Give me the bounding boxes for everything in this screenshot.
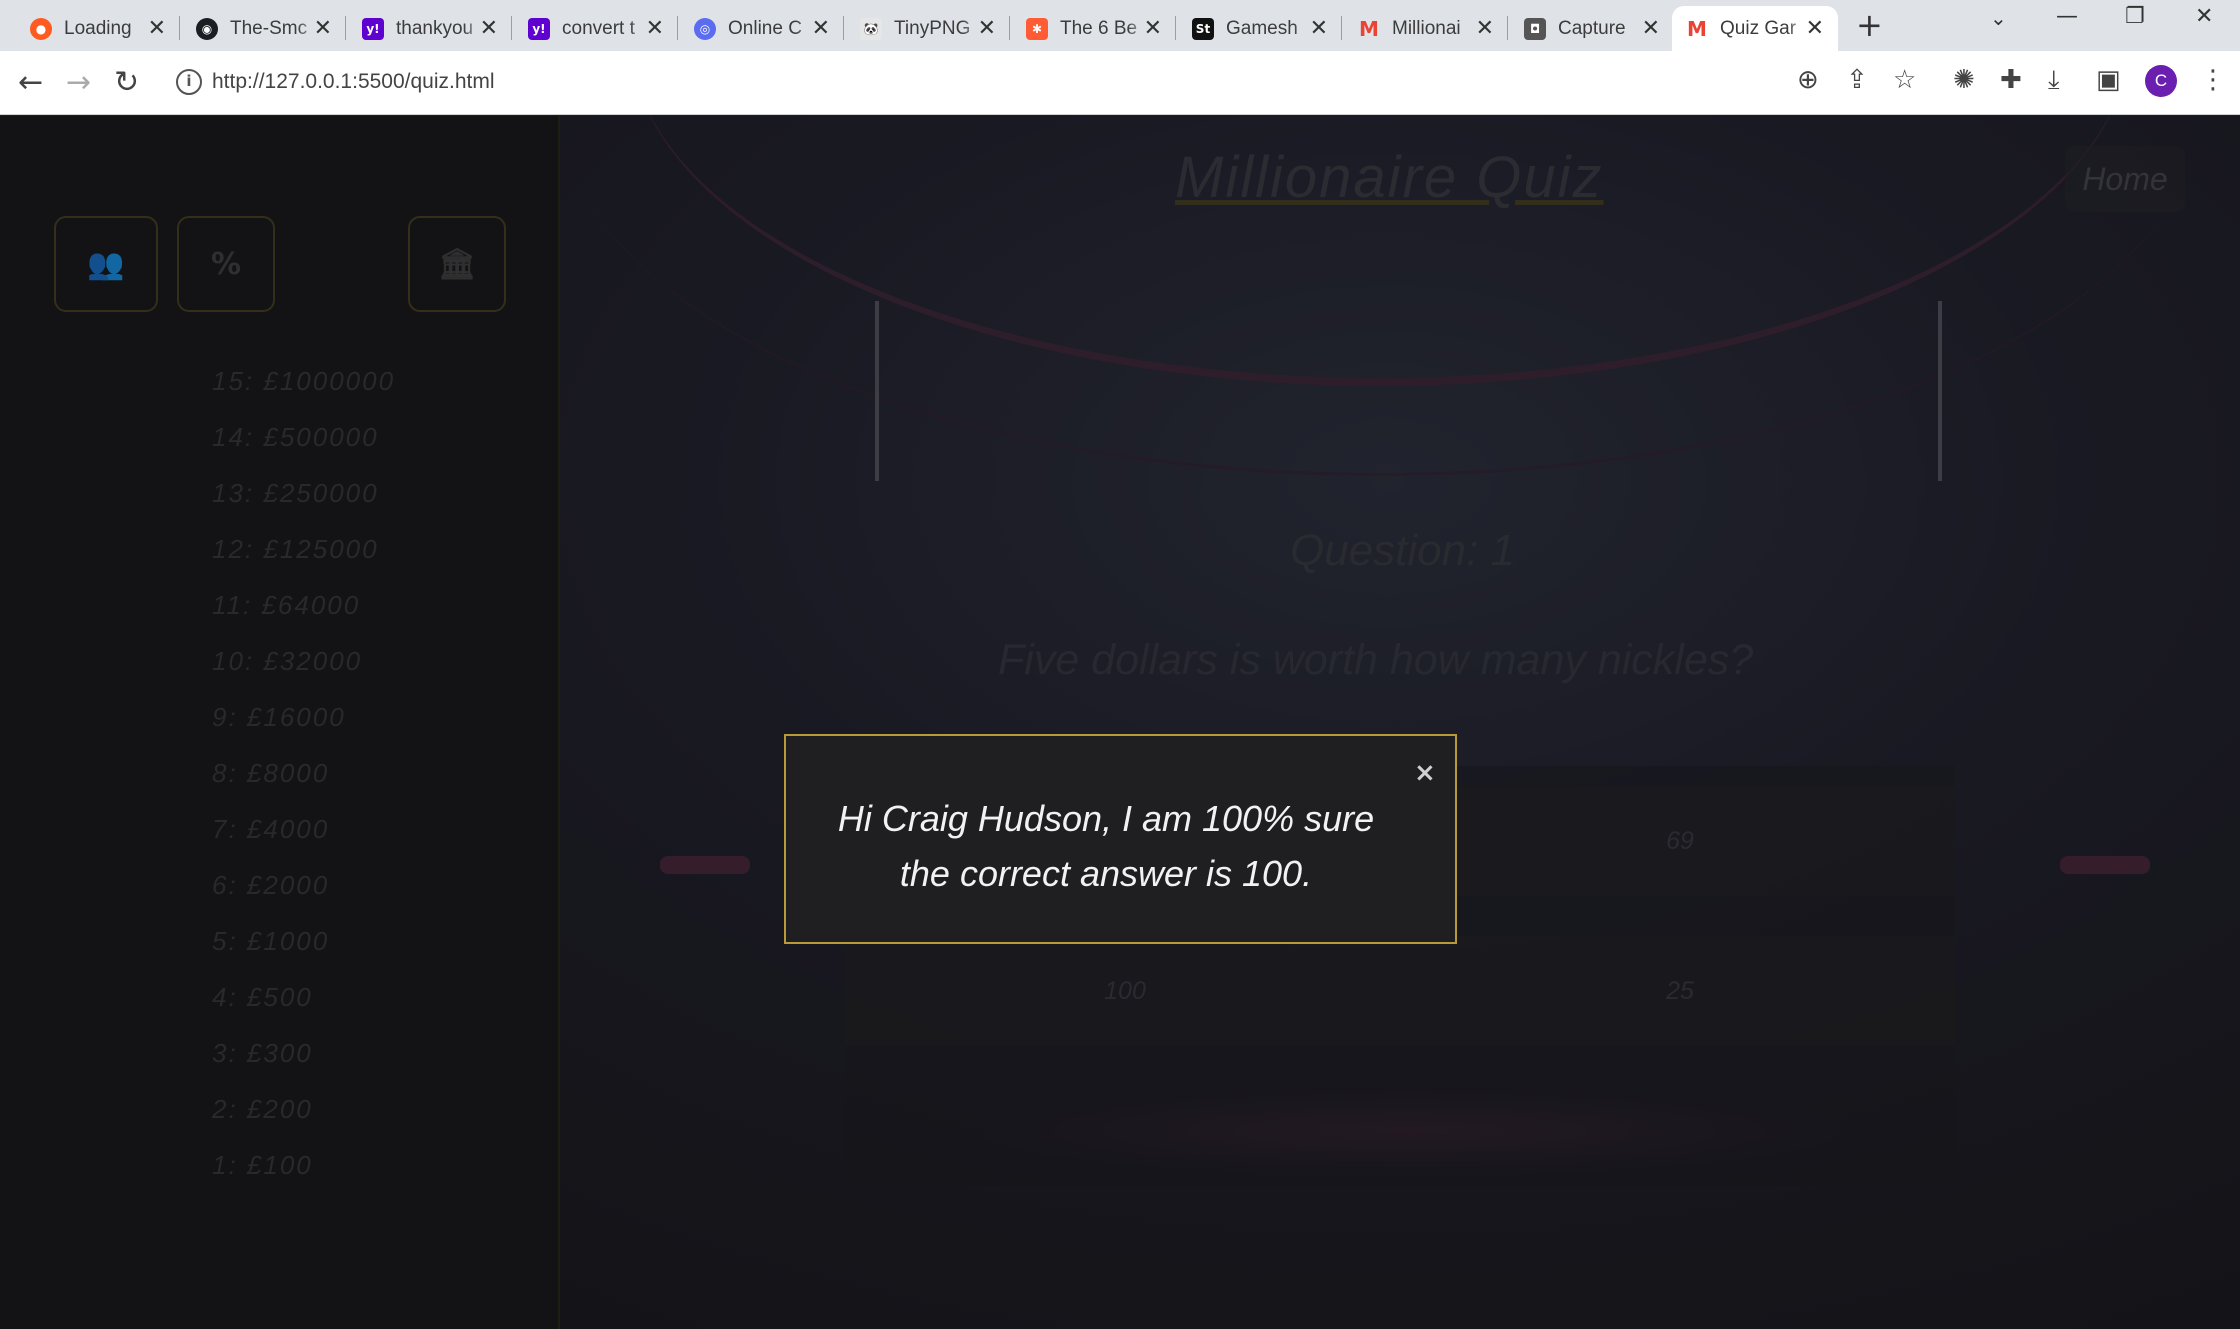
close-icon[interactable]: × xyxy=(1414,758,1436,788)
window-close-icon[interactable]: ✕ xyxy=(2195,4,2213,29)
phone-a-friend-modal: × Hi Craig Hudson, I am 100% sure the co… xyxy=(784,734,1457,944)
browser-tab[interactable]: y! thankyou ✕ xyxy=(348,6,512,51)
menu-kebab-icon[interactable]: ⋮ xyxy=(2200,65,2226,95)
github-icon: ◉ xyxy=(196,17,218,40)
close-tab-icon[interactable]: ✕ xyxy=(978,16,996,41)
close-tab-icon[interactable]: ✕ xyxy=(148,16,166,41)
back-icon[interactable]: ← xyxy=(18,65,43,100)
tab-separator xyxy=(1507,16,1508,40)
browser-tab[interactable]: y! convert t ✕ xyxy=(514,6,678,51)
close-tab-icon[interactable]: ✕ xyxy=(646,16,664,41)
browser-tab[interactable]: St Gamesh ✕ xyxy=(1178,6,1342,51)
download-icon[interactable]: ⤓ xyxy=(2048,65,2060,96)
restore-icon[interactable]: ❐ xyxy=(2125,4,2145,29)
tab-separator xyxy=(1175,16,1176,40)
tab-title: The-Smc xyxy=(230,17,308,39)
tab-title: Quiz Gar xyxy=(1720,17,1797,39)
tab-separator xyxy=(345,16,346,40)
tab-separator xyxy=(1341,16,1342,40)
close-tab-icon[interactable]: ✕ xyxy=(314,16,332,41)
st-icon: St xyxy=(1192,17,1214,40)
camera-icon: ◘ xyxy=(1524,17,1546,40)
tab-title: TinyPNG xyxy=(894,17,971,39)
browser-tab[interactable]: ✱ The 6 Be ✕ xyxy=(1012,6,1176,51)
tab-separator xyxy=(843,16,844,40)
close-tab-icon[interactable]: ✕ xyxy=(1476,16,1494,41)
minimize-icon[interactable]: — xyxy=(2056,4,2078,29)
online-icon: ◎ xyxy=(694,17,716,40)
yahoo-icon: y! xyxy=(528,17,550,40)
tab-title: Millionai xyxy=(1392,17,1461,39)
profile-avatar[interactable]: C xyxy=(2145,65,2177,97)
tab-separator xyxy=(677,16,678,40)
browser-toolbar: ← → ↻ i http://127.0.0.1:5500/quiz.html … xyxy=(0,51,2240,115)
tab-search-icon[interactable]: ⌄ xyxy=(1990,6,2007,30)
yahoo-icon: y! xyxy=(362,17,384,40)
tab-strip: ● Loading ✕ ◉ The-Smc ✕ y! thankyou ✕ y!… xyxy=(0,0,2240,51)
modal-message: Hi Craig Hudson, I am 100% sure the corr… xyxy=(826,791,1386,901)
tab-separator xyxy=(511,16,512,40)
side-panel-icon[interactable]: ▣ xyxy=(2096,65,2121,95)
address-bar[interactable]: i http://127.0.0.1:5500/quiz.html xyxy=(160,58,1930,108)
close-tab-icon[interactable]: ✕ xyxy=(812,16,830,41)
share-icon[interactable]: ⇪ xyxy=(1846,65,1868,95)
tab-separator xyxy=(1009,16,1010,40)
bookmark-star-icon[interactable]: ☆ xyxy=(1893,65,1916,95)
extensions-puzzle-icon[interactable]: ✚ xyxy=(2000,65,2022,95)
close-tab-icon[interactable]: ✕ xyxy=(1310,16,1328,41)
tab-title: The 6 Be xyxy=(1060,17,1138,39)
tab-title: Loading xyxy=(64,17,132,39)
tab-title: Capture xyxy=(1558,17,1626,39)
zoom-icon[interactable]: ⊕ xyxy=(1797,65,1819,95)
close-tab-icon[interactable]: ✕ xyxy=(1806,16,1824,41)
tab-title: Gamesh xyxy=(1226,17,1298,39)
hubspot-icon: ✱ xyxy=(1026,17,1048,40)
browser-tab[interactable]: 🐼 TinyPNG ✕ xyxy=(846,6,1010,51)
url-text[interactable]: http://127.0.0.1:5500/quiz.html xyxy=(212,70,495,94)
tab-title: Online C xyxy=(728,17,802,39)
tab-separator xyxy=(179,16,180,40)
gmail-icon: M xyxy=(1359,16,1379,41)
browser-tab[interactable]: ◎ Online C ✕ xyxy=(680,6,844,51)
close-tab-icon[interactable]: ✕ xyxy=(1144,16,1162,41)
extension-bug-icon[interactable]: ✺ xyxy=(1953,65,1975,95)
forward-icon[interactable]: → xyxy=(66,65,91,100)
modal-message-line: Hi Craig Hudson, I am 100% sure xyxy=(837,798,1375,839)
browser-tab-active[interactable]: M Quiz Gar ✕ xyxy=(1672,6,1838,51)
browser-tab[interactable]: ● Loading ✕ xyxy=(16,6,180,51)
browser-tab[interactable]: ◉ The-Smc ✕ xyxy=(182,6,346,51)
reload-icon[interactable]: ↻ xyxy=(114,65,139,100)
panda-icon: 🐼 xyxy=(860,17,882,40)
close-tab-icon[interactable]: ✕ xyxy=(1642,16,1660,41)
quiz-page: 👥 % 🏛 15: £1000000 14: £500000 13: £2500… xyxy=(0,116,2240,1329)
site-info-icon[interactable]: i xyxy=(176,69,202,95)
close-tab-icon[interactable]: ✕ xyxy=(480,16,498,41)
loading-icon: ● xyxy=(30,17,52,40)
browser-tab[interactable]: ◘ Capture ✕ xyxy=(1510,6,1674,51)
modal-message-line: the correct answer is 100. xyxy=(899,853,1313,894)
modal-backdrop[interactable] xyxy=(0,116,2240,1329)
tab-title: thankyou xyxy=(396,17,474,39)
gmail-icon: M xyxy=(1687,16,1707,41)
new-tab-button[interactable]: + xyxy=(1856,6,1883,44)
tab-title: convert t xyxy=(562,17,635,39)
browser-tab[interactable]: M Millionai ✕ xyxy=(1344,6,1508,51)
